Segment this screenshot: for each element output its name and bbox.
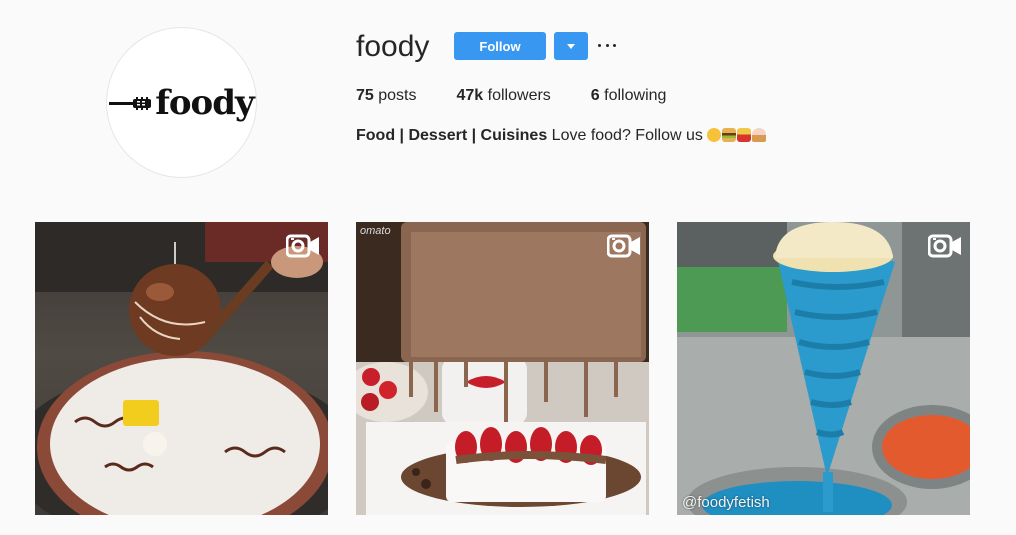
- ice-cream-icon: [752, 128, 767, 142]
- posts-count: 75: [356, 87, 374, 104]
- more-options-button[interactable]: [598, 36, 616, 54]
- profile-username: foody: [356, 30, 430, 63]
- profile-bio: Food | Dessert | Cuisines Love food? Fol…: [356, 126, 767, 146]
- profile-avatar[interactable]: foody: [106, 27, 257, 178]
- bio-text: Love food? Follow us: [551, 127, 703, 144]
- posts-stat: 75 posts: [356, 86, 417, 106]
- profile-stats: 75 posts 47k followers 6 following: [356, 86, 706, 106]
- watermark-text: @foodyfetish: [682, 494, 770, 511]
- following-label: following: [604, 87, 667, 104]
- followers-stat[interactable]: 47k followers: [457, 86, 551, 106]
- dot-icon: [605, 43, 609, 47]
- grinning-face-icon: [707, 128, 722, 142]
- video-camera-icon: [286, 234, 319, 258]
- sign-text: omato: [360, 225, 391, 237]
- foody-logo: foody: [109, 82, 255, 123]
- dot-icon: [598, 43, 601, 47]
- burger-icon: [722, 128, 737, 142]
- video-camera-icon: [607, 234, 640, 258]
- fork-icon: [109, 96, 152, 110]
- post-tile-3[interactable]: @foodyfetish: [677, 222, 970, 515]
- posts-label: posts: [378, 87, 417, 104]
- follow-button[interactable]: Follow: [454, 32, 546, 60]
- video-camera-icon: [928, 234, 961, 258]
- fries-icon: [737, 128, 752, 142]
- followers-count: 47k: [456, 87, 484, 104]
- chevron-down-icon: [567, 43, 575, 49]
- post-tile-2[interactable]: omato: [356, 222, 649, 515]
- following-count: 6: [590, 87, 600, 104]
- dot-icon: [613, 43, 616, 47]
- chocolate-sphere-dessert-image: [35, 222, 328, 515]
- logo-wordmark: foody: [155, 82, 255, 123]
- suggestions-dropdown-button[interactable]: [554, 32, 588, 60]
- blue-ice-cream-cone-image: [677, 222, 970, 515]
- following-stat[interactable]: 6 following: [591, 86, 667, 106]
- chocolate-pour-dessert-image: [356, 222, 649, 515]
- bio-categories: Food | Dessert | Cuisines: [356, 127, 548, 144]
- followers-label: followers: [487, 87, 551, 104]
- post-tile-1[interactable]: [35, 222, 328, 515]
